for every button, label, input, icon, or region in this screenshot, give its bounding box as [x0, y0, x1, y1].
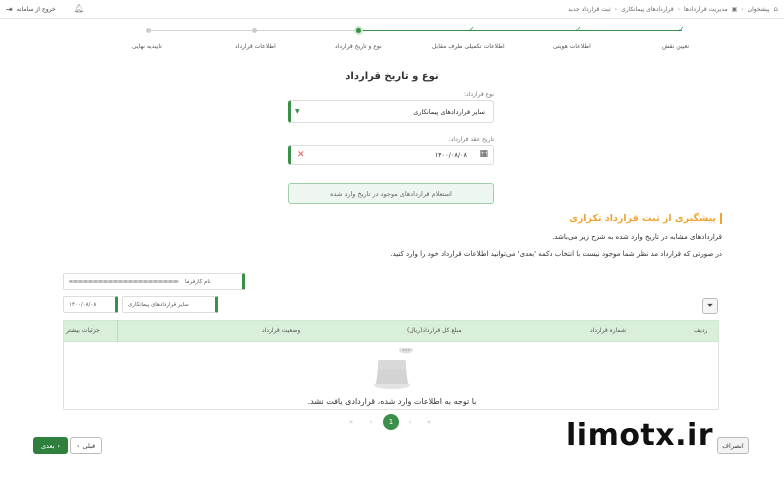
col-header-number: شماره قرارداد	[590, 327, 627, 334]
filter-button[interactable]: ⏷	[702, 298, 718, 314]
breadcrumb: ⌂ پیشخوان ‹ ▣ مدیریت قراردادها ‹ قرارداد…	[568, 5, 778, 13]
warning-title: پیشگیری از ثبت قرارداد تکراری	[569, 213, 722, 224]
last-page-icon[interactable]: «	[422, 414, 436, 430]
page-title: نوع و تاریخ قرارداد	[345, 71, 439, 82]
date-filter-value: ۱۴۰۰/۰۸/۰۸	[69, 301, 97, 308]
employer-filter-label: نام کارفرما	[185, 278, 211, 285]
check-icon: ✓	[468, 25, 475, 34]
filter-icon: ⏷	[706, 301, 714, 310]
exit-button[interactable]: ⇥ خروج از سامانه	[6, 5, 56, 14]
step-dot	[146, 28, 151, 33]
next-label: بعدی	[40, 441, 55, 450]
step-label-identity: اطلاعات هویتی	[553, 43, 591, 50]
employer-filter-card: نام کارفرما	[63, 273, 245, 290]
check-icon: ✓	[678, 25, 685, 34]
empty-state-text: با توجه به اطلاعات وارد شده، قراردادی یا…	[307, 397, 477, 406]
breadcrumb-item-1[interactable]: پیشخوان	[748, 6, 770, 13]
check-icon: ✓	[575, 25, 582, 34]
col-header-row: ردیف	[694, 327, 708, 334]
chevron-left-icon: ‹	[76, 441, 80, 450]
prev-label: قبلی	[82, 441, 96, 450]
breadcrumb-item-2[interactable]: مدیریت قراردادها	[684, 6, 728, 13]
redacted-text	[69, 280, 179, 283]
chevron-icon: ‹	[614, 5, 618, 13]
clear-icon[interactable]: ✕	[297, 150, 305, 160]
lookup-contracts-button[interactable]: استعلام قراردادهای موجود در تاریخ وارد ش…	[288, 183, 494, 204]
briefcase-icon: ▣	[731, 5, 738, 13]
dashboard-icon: ⌂	[773, 5, 778, 13]
breadcrumb-item-4: ثبت قرارداد جدید	[568, 5, 611, 13]
prev-button[interactable]: ‹ قبلی	[70, 437, 102, 454]
chevron-right-icon: ›	[57, 441, 61, 450]
step-label-counterparty: اطلاعات تکمیلی طرف مقابل	[432, 43, 505, 50]
date-label: تاریخ عقد قرارداد:	[448, 136, 494, 143]
step-current-dot	[356, 28, 361, 33]
breadcrumb-item-3[interactable]: قراردادهای پیمانکاری	[621, 6, 674, 13]
empty-state-icon	[374, 348, 413, 389]
contract-date-value: ۱۴۰۰/۰۸/۰۸	[434, 151, 467, 159]
page-current[interactable]: 1	[383, 414, 399, 430]
bell-icon[interactable]: 🔔︎	[74, 4, 84, 13]
first-page-icon[interactable]: »	[344, 414, 358, 430]
step-label-final: تاییدیه نهایی	[132, 43, 162, 50]
header-divider	[117, 320, 118, 342]
col-header-details: جزئیات بیشتر	[66, 327, 100, 334]
logout-icon: ⇥	[6, 5, 13, 14]
contract-type-value: سایر قراردادهای پیمانکاری	[413, 108, 485, 116]
next-page-icon[interactable]: ‹	[403, 414, 417, 430]
exit-label: خروج از سامانه	[16, 6, 56, 13]
prev-page-icon[interactable]: ›	[364, 414, 378, 430]
contract-date-field[interactable]: ✕ ۱۴۰۰/۰۸/۰۸ ▦	[288, 145, 494, 165]
type-filter-value: سایر قراردادهای پیمانکاری	[128, 301, 189, 308]
next-button[interactable]: بعدی ›	[33, 437, 68, 454]
chevron-icon: ‹	[741, 5, 744, 13]
calendar-icon[interactable]: ▦	[479, 149, 488, 159]
type-filter-card: سایر قراردادهای پیمانکاری	[122, 296, 218, 313]
step-label-contract-info: اطلاعات قرارداد	[235, 43, 276, 50]
type-label: نوع قرارداد:	[463, 91, 494, 98]
contract-type-select[interactable]: ▼ سایر قراردادهای پیمانکاری	[288, 100, 494, 123]
col-header-status: وضعیت قرارداد	[262, 327, 301, 334]
step-label-role: تعیین نقش	[662, 43, 690, 50]
warning-line-2: در صورتی که قرارداد مد نظر شما موجود نیس…	[390, 250, 722, 258]
watermark: limotx.ir	[566, 418, 714, 453]
cancel-button[interactable]: انصراف	[717, 437, 749, 454]
date-filter-card: ۱۴۰۰/۰۸/۰۸	[63, 296, 118, 313]
chevron-icon: ‹	[677, 5, 681, 13]
step-label-type-date: نوع و تاریخ قرارداد	[335, 43, 382, 50]
stepper-line-done	[357, 30, 682, 31]
col-header-amount: مبلغ کل قرارداد(ریال)	[407, 327, 462, 334]
chevron-down-icon: ▼	[295, 108, 300, 115]
warning-line-1: قراردادهای مشابه در تاریخ وارد شده به شر…	[552, 233, 722, 241]
step-dot	[252, 28, 257, 33]
